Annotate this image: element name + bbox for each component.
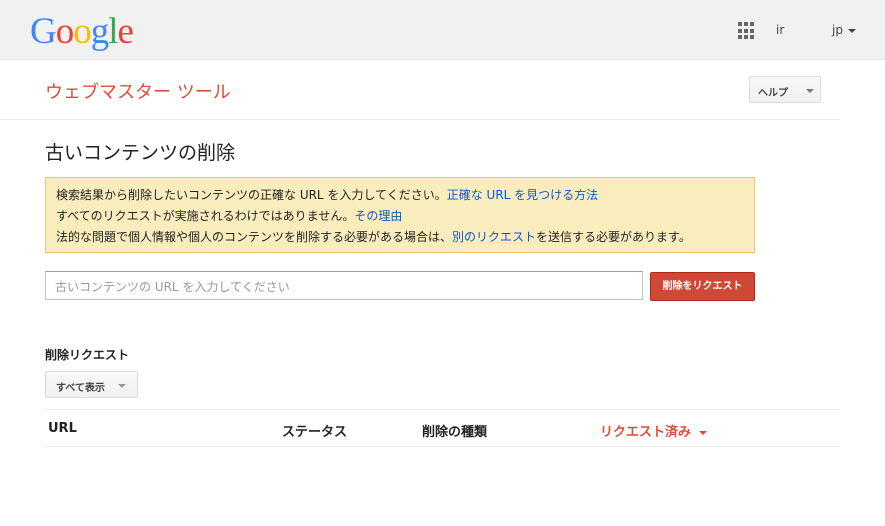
column-header-status[interactable]: ステータス	[282, 421, 347, 440]
url-input[interactable]: 古いコンテンツの URL を入力してください	[45, 271, 643, 300]
apps-grid-icon[interactable]	[738, 22, 756, 40]
chevron-down-icon	[806, 89, 814, 93]
logo-letter: e	[117, 11, 134, 52]
url-input-placeholder: 古いコンテンツの URL を入力してください	[55, 280, 290, 294]
help-button[interactable]: ヘルプ	[749, 76, 821, 103]
logo-letter: o	[73, 11, 91, 52]
account-name[interactable]: ir	[776, 23, 784, 37]
requests-table-header: URL ステータス 削除の種類 リクエスト済み	[45, 409, 840, 447]
header-divider	[0, 119, 840, 120]
app-title[interactable]: ウェブマスター ツール	[45, 78, 231, 104]
chevron-down-icon	[118, 384, 126, 388]
help-button-label: ヘルプ	[758, 88, 788, 99]
column-header-removal-type[interactable]: 削除の種類	[422, 421, 487, 440]
info-notice: 検索結果から削除したいコンテンツの正確な URL を入力してください。正確な U…	[45, 177, 755, 253]
notice-text: 法的な問題で個人情報や個人のコンテンツを削除する必要がある場合は、	[56, 230, 453, 244]
notice-line-1: 検索結果から削除したいコンテンツの正確な URL を入力してください。正確な U…	[56, 185, 754, 206]
logo-letter: l	[108, 11, 118, 52]
language-label: jp	[832, 23, 843, 37]
notice-line-3: 法的な問題で個人情報や個人のコンテンツを削除する必要がある場合は、別のリクエスト…	[56, 227, 754, 248]
column-header-requested-label: リクエスト済み	[600, 425, 692, 440]
filter-dropdown-label: すべて表示	[56, 383, 105, 394]
notice-text: 検索結果から削除したいコンテンツの正確な URL を入力してください。	[56, 188, 447, 202]
notice-text: すべてのリクエストが実施されるわけではありません。	[56, 209, 355, 223]
logo-letter: o	[55, 11, 74, 52]
find-url-link[interactable]: 正確な URL を見つける方法	[447, 188, 598, 202]
reason-link[interactable]: その理由	[354, 209, 402, 223]
chevron-down-icon	[847, 28, 856, 33]
google-logo[interactable]: Google	[30, 11, 134, 52]
column-header-requested[interactable]: リクエスト済み	[600, 421, 708, 440]
page-title: 古いコンテンツの削除	[45, 142, 236, 164]
top-bar: Google ir jp	[0, 0, 885, 60]
filter-dropdown[interactable]: すべて表示	[45, 371, 138, 398]
sort-descending-icon	[699, 430, 708, 435]
logo-letter: g	[90, 11, 109, 52]
language-selector[interactable]: jp	[832, 23, 856, 37]
notice-line-2: すべてのリクエストが実施されるわけではありません。その理由	[56, 206, 754, 227]
column-header-url[interactable]: URL	[48, 421, 77, 436]
logo-letter: G	[30, 11, 57, 52]
notice-text: を送信する必要があります。	[536, 230, 691, 244]
request-removal-button[interactable]: 削除をリクエスト	[650, 272, 755, 301]
other-request-link[interactable]: 別のリクエスト	[452, 230, 536, 244]
requests-section-title: 削除リクエスト	[45, 348, 130, 362]
